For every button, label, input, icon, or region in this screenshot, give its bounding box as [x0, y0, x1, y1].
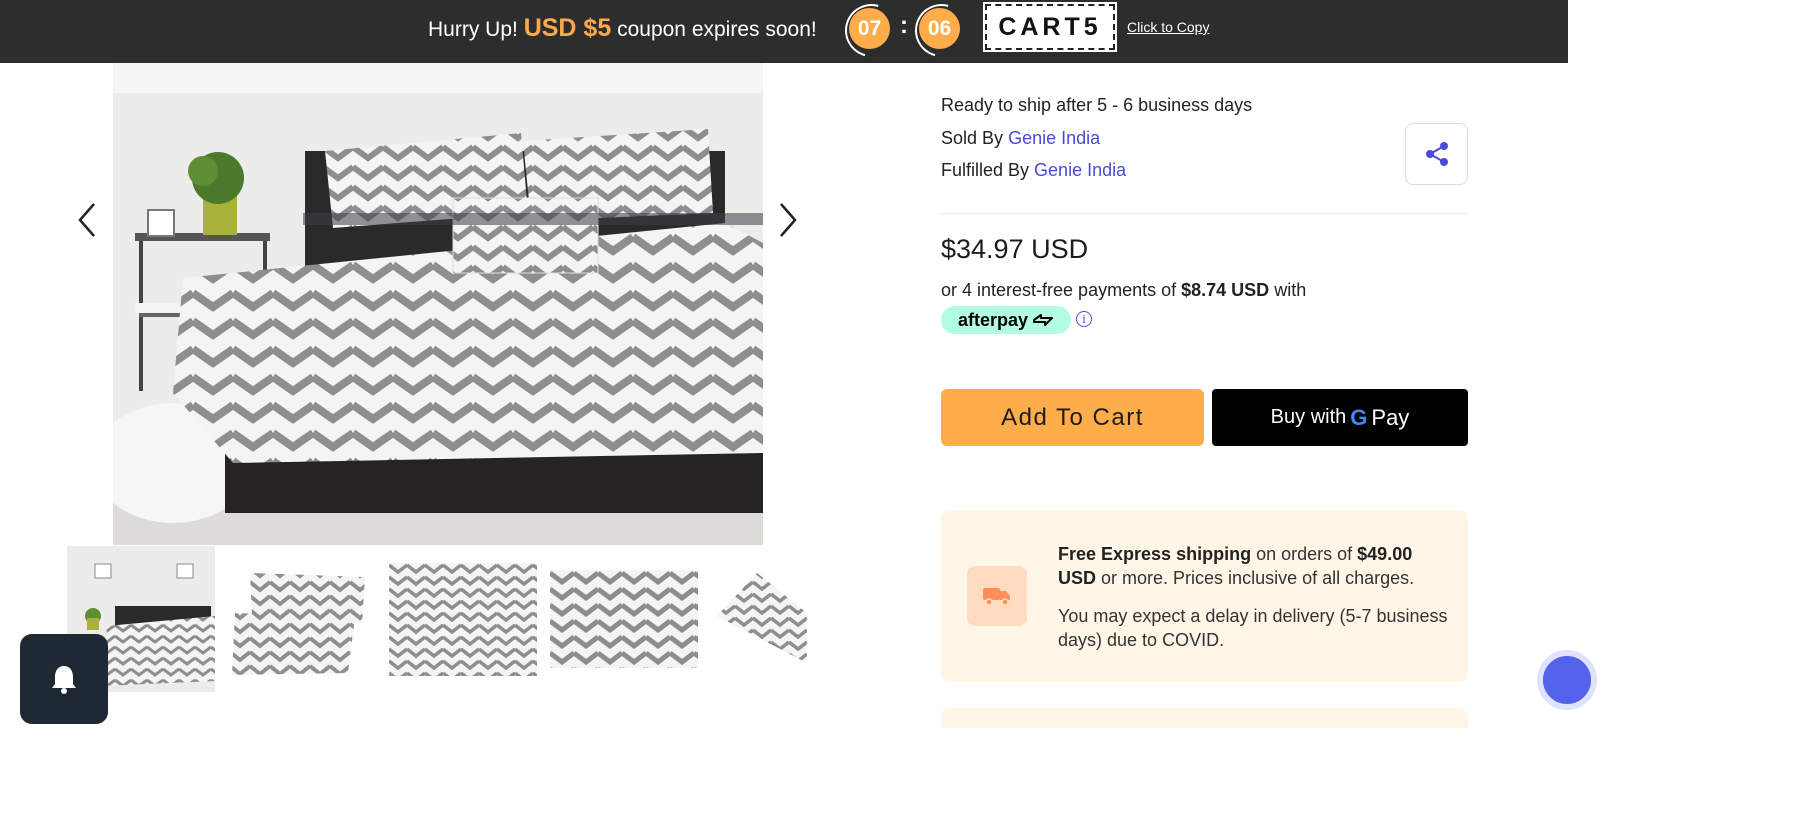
copy-coupon-link[interactable]: Click to Copy [1127, 19, 1209, 35]
covid-delay-text: You may expect a delay in delivery (5-7 … [1058, 606, 1448, 650]
notification-bell-button[interactable] [20, 634, 108, 724]
bedroom-photo [113, 63, 763, 545]
google-g-icon: G [1350, 404, 1368, 430]
thumbnail-pillowcase-image [230, 565, 370, 680]
free-shipping-bold: Free Express shipping [1058, 544, 1252, 564]
coupon-bar: Hurry Up! USD $5 coupon expires soon! 07… [0, 0, 1568, 63]
installment-amount: $8.74 USD [1181, 280, 1270, 300]
afterpay-badge[interactable]: afterpay [941, 306, 1071, 334]
section-divider [941, 213, 1468, 214]
thumbnail-fabric-image [550, 570, 698, 668]
product-price: $34.97 USD [941, 234, 1089, 264]
fulfilled-by-row: Fulfilled By Genie India [941, 160, 1126, 181]
thumbnail-3[interactable] [389, 563, 537, 676]
info-icon[interactable]: i [1076, 311, 1092, 327]
thumbnail-folded-image [717, 568, 807, 663]
free-shipping-tail: or more. Prices inclusive of all charges… [1101, 568, 1415, 588]
timer-minutes: 07 [849, 8, 890, 49]
chevron-right-icon [780, 203, 797, 237]
coupon-code[interactable]: CART5 [983, 2, 1117, 52]
next-image-arrow[interactable] [775, 200, 799, 240]
coupon-suffix: coupon expires soon! [617, 18, 817, 41]
installment-prefix: or 4 interest-free payments of [941, 280, 1177, 300]
ship-readiness-text: Ready to ship after 5 - 6 business days [941, 95, 1253, 115]
timer-seconds: 06 [919, 8, 960, 49]
bell-icon [52, 666, 76, 694]
product-main-image [113, 63, 763, 545]
free-shipping-text: Free Express shipping on orders of $49.0… [1058, 542, 1453, 590]
timer-separator: : [900, 12, 908, 39]
gpay-label: Pay [1371, 404, 1410, 430]
next-info-box [941, 708, 1468, 728]
thumbnail-4[interactable] [550, 570, 698, 668]
add-to-cart-button[interactable]: Add To Cart [941, 389, 1204, 446]
truck-icon-badge [967, 566, 1027, 626]
thumbnail-sheet-image [389, 563, 537, 676]
installment-suffix: with [1274, 280, 1307, 300]
help-chat-bubble[interactable] [1537, 650, 1597, 710]
sold-by-link[interactable]: Genie India [1008, 128, 1100, 148]
afterpay-logo-icon [1033, 314, 1054, 326]
share-button[interactable] [1405, 123, 1468, 185]
sold-by-row: Sold By Genie India [941, 128, 1100, 149]
buy-with-label: Buy with [1270, 406, 1347, 428]
coupon-amount: USD $5 [523, 14, 612, 42]
installment-text: or 4 interest-free payments of $8.74 USD… [941, 280, 1306, 301]
share-icon [1425, 142, 1448, 166]
truck-icon [983, 588, 1010, 606]
sold-by-label: Sold By [941, 128, 1004, 148]
shipping-info-box: Free Express shipping on orders of $49.0… [941, 510, 1468, 682]
thumbnail-2[interactable] [230, 565, 370, 680]
coupon-message: Hurry Up! USD $5 coupon expires soon! [428, 14, 817, 43]
previous-image-arrow[interactable] [76, 200, 100, 240]
coupon-prefix: Hurry Up! [428, 18, 518, 41]
fulfilled-by-link[interactable]: Genie India [1034, 160, 1126, 180]
chevron-left-icon [78, 203, 95, 237]
buy-with-google-pay-button[interactable]: Buy with G Pay [1212, 389, 1468, 446]
thumbnail-5[interactable] [717, 568, 807, 663]
fulfilled-by-label: Fulfilled By [941, 160, 1030, 180]
afterpay-label: afterpay [958, 309, 1029, 330]
free-shipping-mid: on orders of [1256, 544, 1353, 564]
